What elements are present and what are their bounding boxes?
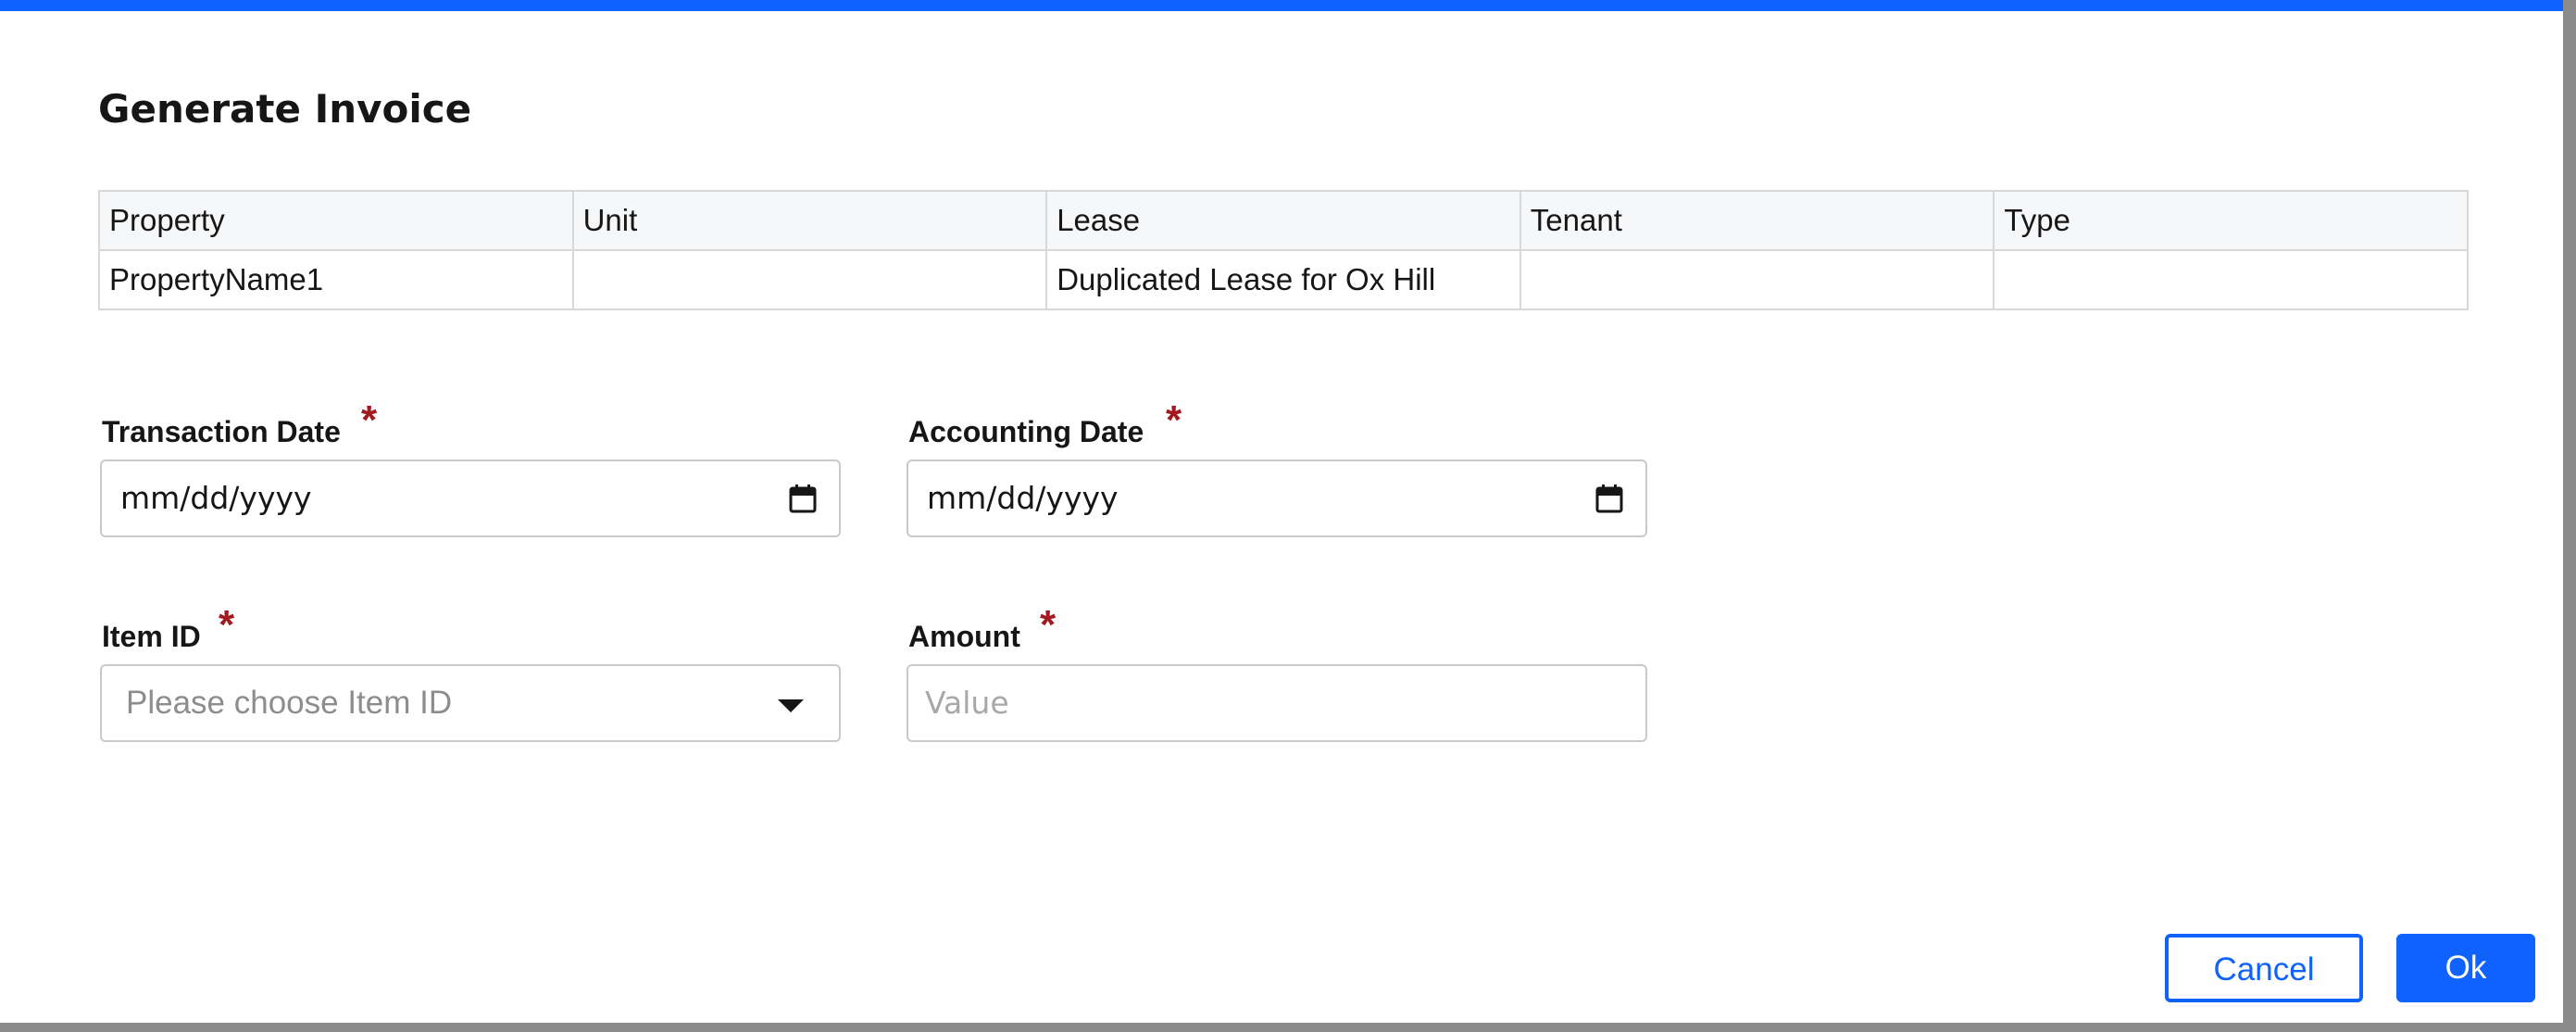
- column-header-lease: Lease: [1045, 190, 1521, 251]
- amount-label: Amount: [908, 620, 1020, 653]
- cell-tenant: [1519, 249, 1995, 310]
- cell-unit: [571, 249, 1048, 310]
- calendar-icon[interactable]: [789, 484, 817, 513]
- item-id-label: Item ID: [102, 620, 201, 653]
- transaction-date-value: mm/dd/yyyy: [120, 480, 312, 516]
- cell-type: [1993, 249, 2469, 310]
- lease-info-table: Property Unit Lease Tenant Type Property…: [98, 190, 2469, 310]
- required-indicator: *: [1166, 397, 1182, 443]
- column-header-property: Property: [98, 190, 574, 251]
- cell-lease: Duplicated Lease for Ox Hill: [1045, 249, 1521, 310]
- table-row: PropertyName1 Duplicated Lease for Ox Hi…: [98, 249, 2469, 310]
- column-header-tenant: Tenant: [1519, 190, 1995, 251]
- required-indicator: *: [1040, 602, 1057, 648]
- ok-button[interactable]: Ok: [2396, 934, 2535, 1002]
- item-id-select[interactable]: Please choose Item ID: [100, 664, 841, 742]
- accounting-date-label: Accounting Date: [908, 415, 1144, 448]
- amount-placeholder: Value: [925, 685, 1009, 721]
- caret-down-icon: [778, 699, 804, 712]
- required-indicator: *: [219, 602, 235, 648]
- column-header-type: Type: [1993, 190, 2469, 251]
- item-id-placeholder: Please choose Item ID: [126, 685, 453, 721]
- accounting-date-value: mm/dd/yyyy: [927, 480, 1119, 516]
- generate-invoice-dialog: Generate Invoice Property Unit Lease Ten…: [0, 0, 2563, 1023]
- required-indicator: *: [361, 397, 378, 443]
- table-header-row: Property Unit Lease Tenant Type: [98, 190, 2469, 251]
- transaction-date-label: Transaction Date: [102, 415, 341, 448]
- column-header-unit: Unit: [571, 190, 1048, 251]
- cancel-button[interactable]: Cancel: [2165, 934, 2363, 1002]
- dialog-title: Generate Invoice: [98, 86, 472, 132]
- amount-input[interactable]: Value: [907, 664, 1647, 742]
- transaction-date-input[interactable]: mm/dd/yyyy: [100, 459, 841, 537]
- accounting-date-input[interactable]: mm/dd/yyyy: [907, 459, 1647, 537]
- calendar-icon[interactable]: [1595, 484, 1623, 513]
- cell-property: PropertyName1: [98, 249, 574, 310]
